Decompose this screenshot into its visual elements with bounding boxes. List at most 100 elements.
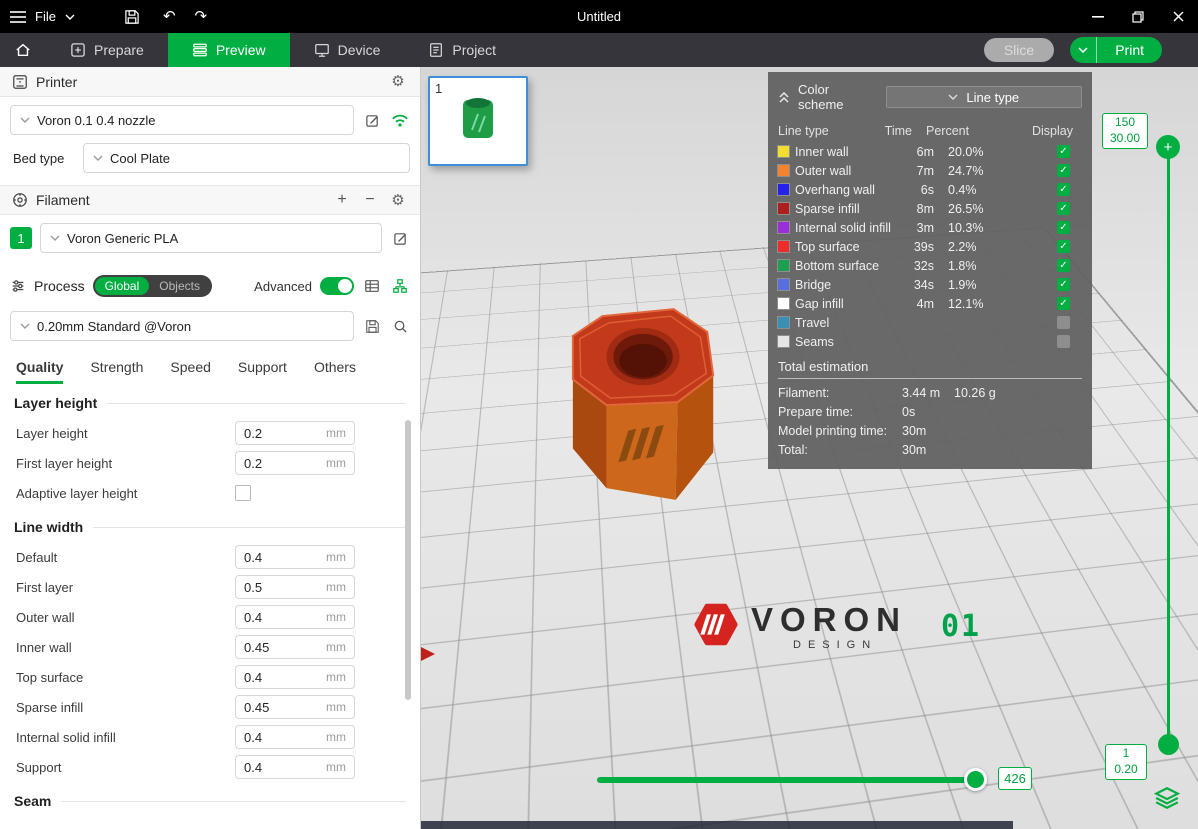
print-button[interactable]: Print bbox=[1070, 37, 1162, 63]
tab-prepare[interactable]: Prepare bbox=[46, 33, 168, 67]
plate-thumbnail[interactable]: 1 bbox=[428, 76, 528, 166]
filament-preset-select[interactable]: Voron Generic PLA bbox=[40, 223, 382, 253]
menu-icon[interactable] bbox=[10, 11, 26, 23]
file-menu-chevron-icon[interactable] bbox=[65, 14, 75, 20]
layer-height-input[interactable]: 0.2mm bbox=[235, 421, 355, 445]
support-input[interactable]: 0.4mm bbox=[235, 755, 355, 779]
collapse-icon[interactable] bbox=[778, 92, 790, 103]
internal-solid-infill-input[interactable]: 0.4mm bbox=[235, 725, 355, 749]
filament-settings-button[interactable]: ⚙ bbox=[388, 190, 408, 210]
process-tab-speed[interactable]: Speed bbox=[170, 359, 210, 384]
display-checkbox-bottom-surface[interactable]: ✓ bbox=[1057, 259, 1070, 272]
display-checkbox-bridge[interactable]: ✓ bbox=[1057, 278, 1070, 291]
param-unit: mm bbox=[326, 610, 346, 624]
param-label: First layer bbox=[16, 580, 235, 595]
maximize-button[interactable] bbox=[1118, 0, 1158, 33]
display-checkbox-top-surface[interactable]: ✓ bbox=[1057, 240, 1070, 253]
swatch-internal-solid-infill bbox=[778, 222, 789, 233]
wifi-icon[interactable] bbox=[390, 110, 410, 130]
line-type-time: 6s bbox=[900, 183, 934, 197]
file-menu[interactable]: File bbox=[35, 9, 56, 24]
display-checkbox-seams[interactable] bbox=[1057, 335, 1070, 348]
line-type-percent: 26.5% bbox=[948, 202, 1006, 216]
print-options-chevron-icon[interactable] bbox=[1070, 37, 1097, 63]
layer-slider-track[interactable] bbox=[1167, 157, 1170, 737]
outer-wall-input[interactable]: 0.4 mm bbox=[235, 605, 355, 629]
viewport-3d[interactable]: 1 bbox=[421, 67, 1198, 829]
layers-view-icon[interactable] bbox=[1154, 785, 1180, 811]
remove-filament-button[interactable]: − bbox=[360, 190, 380, 210]
param-value: 0.4 bbox=[244, 610, 262, 625]
settings-scrollbar[interactable] bbox=[405, 420, 411, 700]
minimize-button[interactable] bbox=[1078, 0, 1118, 33]
param-row: Sparse infill0.45mm bbox=[0, 692, 420, 722]
process-preset-select[interactable]: 0.20mm Standard @Voron bbox=[10, 311, 354, 341]
app-window: File ↶ ↷ Untitled bbox=[0, 0, 1198, 829]
main-nav: Prepare Preview Device Project Slice bbox=[0, 33, 1198, 67]
parameter-table-icon[interactable] bbox=[362, 276, 382, 296]
process-tab-others[interactable]: Others bbox=[314, 359, 356, 384]
first-layer-input[interactable]: 0.5mm bbox=[235, 575, 355, 599]
sparse-infill-input[interactable]: 0.45mm bbox=[235, 695, 355, 719]
group-divider bbox=[61, 801, 406, 802]
filament-section-header: Filament + − ⚙ bbox=[0, 185, 420, 215]
line-type-time: 8m bbox=[900, 202, 934, 216]
param-group-title: Seam bbox=[0, 782, 420, 816]
first-layer-height-input[interactable]: 0.2mm bbox=[235, 451, 355, 475]
process-tabs: Quality Strength Speed Support Others bbox=[0, 349, 420, 384]
layer-slider-bottom-handle[interactable] bbox=[1158, 734, 1179, 755]
display-checkbox-gap-infill[interactable]: ✓ bbox=[1057, 297, 1070, 310]
process-tab-strength[interactable]: Strength bbox=[90, 359, 143, 384]
undo-icon[interactable]: ↶ bbox=[163, 9, 176, 24]
plate-mark-01: 01 bbox=[941, 609, 981, 644]
process-tab-quality[interactable]: Quality bbox=[16, 359, 63, 384]
step-slider-handle[interactable] bbox=[964, 768, 987, 791]
display-checkbox-outer-wall[interactable]: ✓ bbox=[1057, 164, 1070, 177]
display-checkbox-inner-wall[interactable]: ✓ bbox=[1057, 145, 1070, 158]
edit-filament-icon[interactable] bbox=[390, 228, 410, 248]
slice-button[interactable]: Slice bbox=[984, 38, 1054, 62]
step-slider-track[interactable] bbox=[597, 777, 987, 783]
top-surface-input[interactable]: 0.4mm bbox=[235, 665, 355, 689]
bed-type-select[interactable]: Cool Plate bbox=[83, 143, 410, 173]
display-checkbox-overhang-wall[interactable]: ✓ bbox=[1057, 183, 1070, 196]
filament-slot-badge[interactable]: 1 bbox=[10, 227, 32, 249]
advanced-toggle[interactable] bbox=[320, 277, 354, 295]
printer-preset-select[interactable]: Voron 0.1 0.4 nozzle bbox=[10, 105, 354, 135]
param-value: 0.4 bbox=[244, 760, 262, 775]
process-tab-support[interactable]: Support bbox=[238, 359, 287, 384]
top-layer-number: 150 bbox=[1115, 115, 1135, 131]
home-button[interactable] bbox=[0, 33, 46, 67]
save-icon[interactable] bbox=[124, 9, 140, 25]
printer-preset-row: Voron 0.1 0.4 nozzle bbox=[10, 105, 410, 135]
tab-project[interactable]: Project bbox=[404, 33, 520, 67]
display-checkbox-sparse-infill[interactable]: ✓ bbox=[1057, 202, 1070, 215]
scope-objects-button[interactable]: Objects bbox=[149, 277, 210, 295]
search-params-icon[interactable] bbox=[390, 316, 410, 336]
chevron-down-icon bbox=[50, 235, 60, 241]
display-checkbox-internal-solid-infill[interactable]: ✓ bbox=[1057, 221, 1070, 234]
inner-wall-input[interactable]: 0.45mm bbox=[235, 635, 355, 659]
edit-printer-icon[interactable] bbox=[362, 110, 382, 130]
line-type-label: Travel bbox=[795, 316, 900, 330]
objects-settings-icon[interactable] bbox=[390, 276, 410, 296]
scope-global-button[interactable]: Global bbox=[95, 277, 150, 295]
model-render[interactable] bbox=[563, 303, 731, 517]
save-preset-icon[interactable] bbox=[362, 316, 382, 336]
tab-device[interactable]: Device bbox=[290, 33, 405, 67]
layer-slider-top-handle[interactable]: + bbox=[1156, 135, 1180, 159]
tab-preview[interactable]: Preview bbox=[168, 33, 290, 67]
param-group-label: Seam bbox=[14, 793, 51, 809]
legend-row: Inner wall6m20.0%✓ bbox=[768, 142, 1092, 161]
adaptive-layer-height-checkbox[interactable] bbox=[235, 485, 251, 501]
close-button[interactable] bbox=[1158, 0, 1198, 33]
printer-settings-button[interactable]: ⚙ bbox=[388, 72, 408, 92]
default-input[interactable]: 0.4mm bbox=[235, 545, 355, 569]
add-filament-button[interactable]: + bbox=[332, 190, 352, 210]
redo-icon[interactable]: ↷ bbox=[195, 9, 208, 24]
line-type-time: 6m bbox=[900, 145, 934, 159]
display-checkbox-travel[interactable] bbox=[1057, 316, 1070, 329]
view-mode-select[interactable]: Line type bbox=[886, 86, 1082, 108]
layer-range-bottom-label: 1 0.20 bbox=[1105, 744, 1147, 780]
param-unit: mm bbox=[326, 456, 346, 470]
